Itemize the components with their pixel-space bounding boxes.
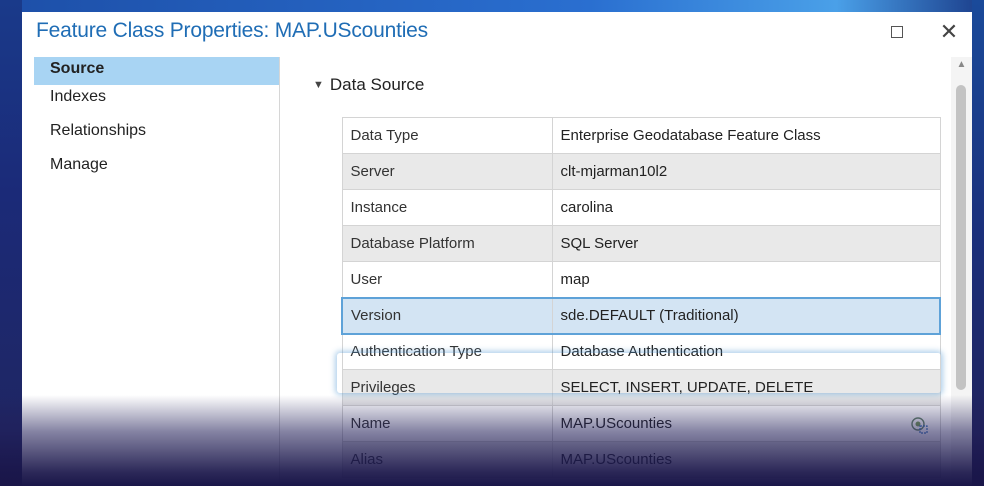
table-row: Data Type Enterprise Geodatabase Feature… (341, 117, 941, 154)
scrollbar-thumb[interactable] (956, 85, 966, 390)
property-key: Version (341, 296, 553, 335)
property-key: User (341, 261, 553, 298)
property-key: Alias (341, 441, 553, 478)
chevron-down-icon: ▼ (313, 79, 324, 91)
sidebar-item-relationships[interactable]: Relationships (34, 119, 279, 153)
property-value: carolina (551, 189, 941, 226)
property-value: Database Authentication (551, 333, 941, 370)
table-row-version-highlighted: Version sde.DEFAULT (Traditional) (341, 296, 941, 335)
copy-value-icon[interactable] (910, 416, 928, 434)
table-row: Name MAP.UScounties (341, 405, 941, 442)
property-value: sde.DEFAULT (Traditional) (551, 296, 941, 335)
desktop-background-right (972, 0, 984, 486)
table-row: Alias MAP.UScounties (341, 441, 941, 478)
property-value: map (551, 261, 941, 298)
property-key: Data Type (341, 117, 553, 154)
close-button[interactable]: ✕ (926, 14, 972, 50)
sidebar-item-label: Indexes (50, 88, 107, 105)
property-key: Server (341, 153, 553, 190)
desktop-background-top (0, 0, 984, 12)
sidebar-item-label: Source (50, 60, 105, 77)
title-bar: Feature Class Properties: MAP.UScounties… (22, 12, 972, 52)
property-value: MAP.UScounties (551, 405, 941, 442)
property-value: SQL Server (551, 225, 941, 262)
sidebar-item-label: Relationships (50, 122, 147, 139)
window-title: Feature Class Properties: MAP.UScounties (36, 19, 428, 42)
property-value: SELECT, INSERT, UPDATE, DELETE (551, 369, 941, 406)
desktop-background-left (0, 0, 22, 486)
scroll-up-arrow-icon[interactable]: ▲ (955, 59, 968, 71)
vertical-scrollbar[interactable]: ▲ (951, 57, 972, 486)
table-row: Instance carolina (341, 189, 941, 226)
property-key: Name (341, 405, 553, 442)
property-value: clt-mjarman10l2 (551, 153, 941, 190)
sidebar-item-source[interactable]: Source (34, 57, 279, 85)
property-key: Authentication Type (341, 333, 553, 370)
sidebar-item-manage[interactable]: Manage (34, 153, 279, 187)
table-row: Authentication Type Database Authenticat… (341, 333, 941, 370)
property-value: Enterprise Geodatabase Feature Class (551, 117, 941, 154)
sidebar-item-label: Manage (50, 156, 108, 173)
close-icon: ✕ (939, 19, 959, 44)
table-row: Server clt-mjarman10l2 (341, 153, 941, 190)
feature-class-properties-dialog: Feature Class Properties: MAP.UScounties… (22, 12, 972, 486)
maximize-icon (891, 26, 903, 38)
property-value: MAP.UScounties (551, 441, 941, 478)
sidebar: Source Indexes Relationships Manage (34, 57, 280, 486)
property-key: Instance (341, 189, 553, 226)
section-title: Data Source (329, 75, 425, 94)
table-row: Privileges SELECT, INSERT, UPDATE, DELET… (341, 369, 941, 406)
property-key: Database Platform (341, 225, 553, 262)
property-key: Privileges (341, 369, 553, 406)
maximize-button[interactable] (874, 14, 920, 50)
data-source-table: Data Type Enterprise Geodatabase Feature… (341, 117, 941, 478)
properties-content: ▼ Data Source Data Type Enterprise Geodat… (299, 57, 972, 486)
table-row: Database Platform SQL Server (341, 225, 941, 262)
sidebar-item-indexes[interactable]: Indexes (34, 85, 279, 119)
data-source-section-header[interactable]: ▼ Data Source (313, 75, 424, 95)
table-row: User map (341, 261, 941, 298)
